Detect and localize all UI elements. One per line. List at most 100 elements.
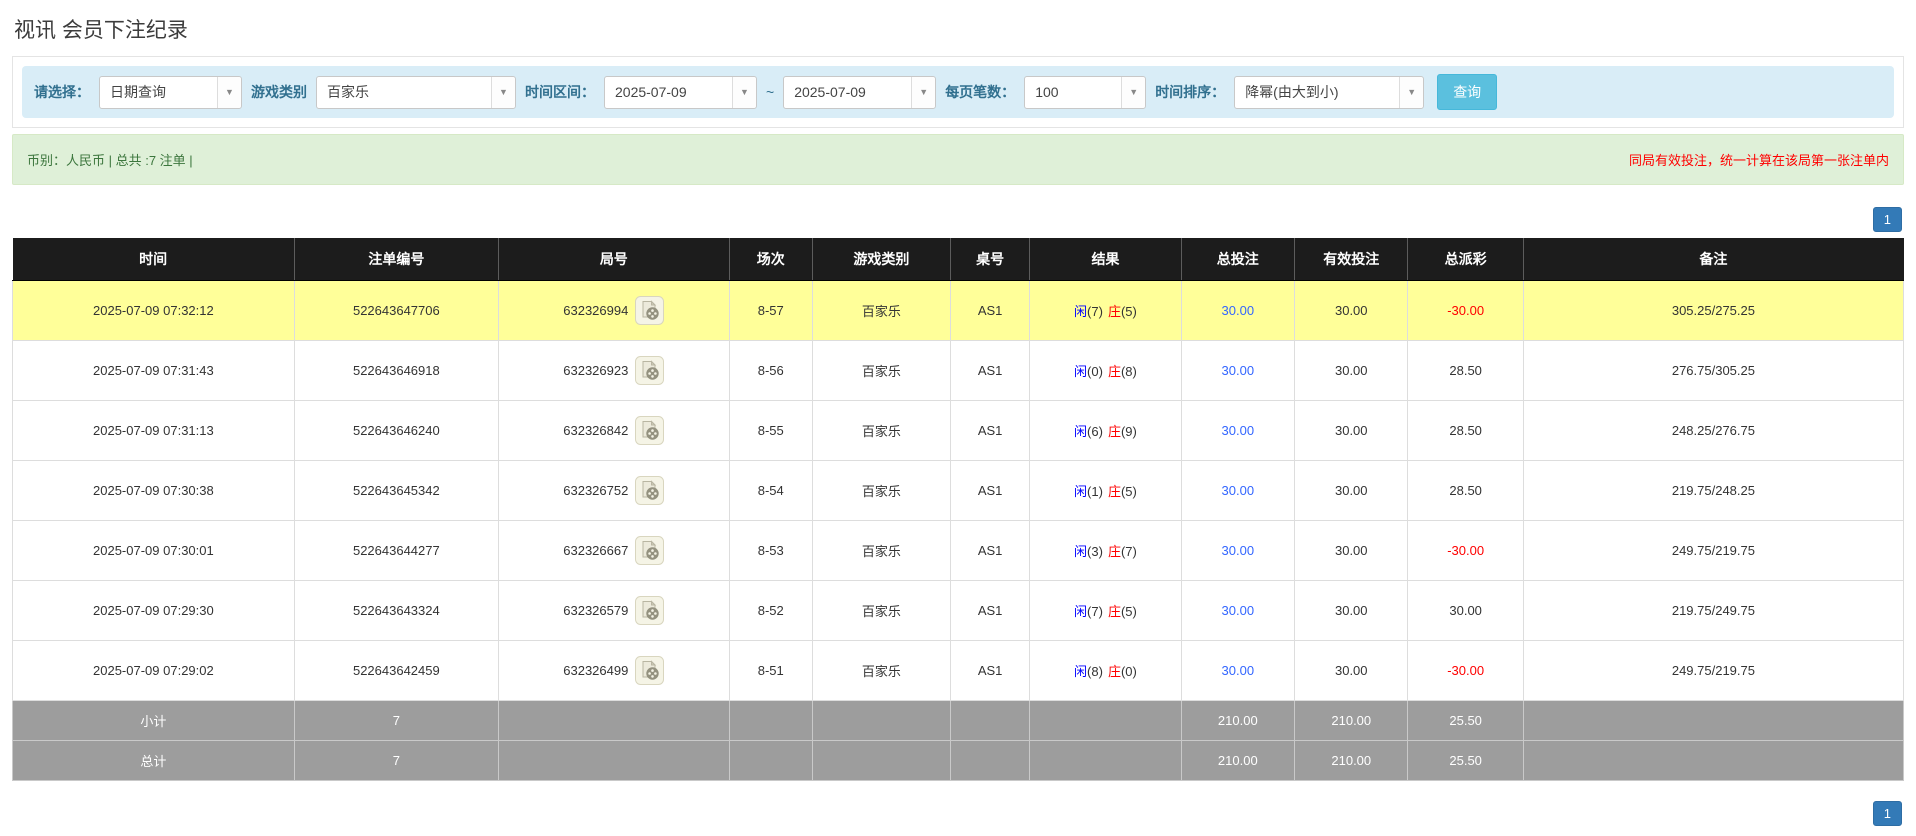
round-number: 632326842: [563, 423, 629, 438]
cell-result: 闲(7) 庄(5): [1029, 580, 1182, 641]
subtotal-row: 小计 7 210.00 210.00 25.50: [12, 700, 1905, 741]
cell-payout: 28.50: [1407, 400, 1524, 461]
video-replay-icon[interactable]: [635, 296, 665, 325]
cell-round-id: 632326499: [497, 640, 730, 701]
date-range-tilde: ~: [766, 84, 775, 100]
pagination-top: 1: [14, 207, 1902, 232]
table-row[interactable]: 2025-07-09 07:29:30 522643643324 632326579…: [12, 580, 1905, 641]
cell-table-no: AS1: [949, 460, 1031, 521]
sum-payout: 25.50: [1407, 700, 1524, 741]
cell-table-no: AS1: [949, 520, 1031, 581]
cell-payout: -30.00: [1407, 280, 1524, 341]
cell-result: 闲(7) 庄(5): [1029, 280, 1182, 341]
page-size-select[interactable]: 100 ▼: [1024, 75, 1147, 109]
table-row[interactable]: 2025-07-09 07:31:13 522643646240 632326842…: [12, 400, 1905, 461]
chevron-down-icon: ▼: [1399, 76, 1424, 108]
cell-payout: 30.00: [1407, 580, 1524, 641]
betting-records-table: 时间 注单编号 局号 场次 游戏类别 桌号 结果 总投注 有效投注 总派彩 备注 2025-07-0…: [12, 238, 1905, 781]
column-header: 局号: [498, 238, 730, 281]
cell-bet-id: 522643643324: [293, 580, 499, 641]
sum-count: 7: [293, 700, 499, 741]
table-row[interactable]: 2025-07-09 07:30:38 522643645342 632326752…: [12, 460, 1905, 521]
table-row[interactable]: 2025-07-09 07:30:01 522643644277 632326667…: [12, 520, 1905, 581]
page-title: 视讯 会员下注纪录: [14, 19, 188, 42]
cell-payout: -30.00: [1407, 520, 1524, 581]
cell-table-no: AS1: [949, 340, 1031, 401]
select-type-label: 请选择：: [34, 84, 90, 100]
round-number: 632326667: [563, 543, 629, 558]
cell-game-type: 百家乐: [811, 640, 951, 701]
cell-game-type: 百家乐: [811, 520, 951, 581]
cell-game-type: 百家乐: [811, 580, 951, 641]
cell-round-id: 632326842: [497, 400, 730, 461]
column-header: 注单编号: [294, 238, 499, 281]
date-to-value: 2025-07-09: [794, 84, 866, 100]
cell-total-bet[interactable]: 30.00: [1180, 460, 1296, 521]
cell-total-bet[interactable]: 30.00: [1180, 520, 1296, 581]
search-button[interactable]: 查询: [1437, 74, 1498, 110]
video-replay-icon[interactable]: [635, 656, 665, 685]
cell-bet-id: 522643645342: [293, 460, 499, 521]
table-row[interactable]: 2025-07-09 07:29:02 522643642459 632326499…: [12, 640, 1905, 701]
video-replay-icon[interactable]: [635, 476, 665, 505]
table-row[interactable]: 2025-07-09 07:32:12 522643647706 632326994…: [12, 280, 1905, 341]
cell-remark: 305.25/275.25: [1522, 280, 1905, 341]
cell-bet-id: 522643646240: [293, 400, 499, 461]
date-from-value: 2025-07-09: [615, 84, 687, 100]
filter-panel: 请选择： 日期查询 ▼ 游戏类别 百家乐 ▼ 时间区间： 2025-07-09 …: [12, 56, 1904, 128]
cell-result: 闲(1) 庄(5): [1029, 460, 1182, 521]
cell-total-bet[interactable]: 30.00: [1180, 280, 1296, 341]
sum-label: 总计: [12, 740, 295, 781]
cell-valid-bet: 30.00: [1294, 580, 1409, 641]
cell-total-bet[interactable]: 30.00: [1180, 340, 1296, 401]
game-type-value: 百家乐: [327, 84, 369, 100]
page-1-button[interactable]: 1: [1872, 207, 1902, 232]
cell-time: 2025-07-09 07:32:12: [12, 280, 295, 341]
cell-payout: 28.50: [1407, 460, 1524, 521]
column-header: 总投注: [1181, 238, 1296, 281]
video-replay-icon[interactable]: [635, 356, 665, 385]
cell-valid-bet: 30.00: [1294, 460, 1409, 521]
cell-valid-bet: 30.00: [1294, 400, 1409, 461]
cell-bet-id: 522643646918: [293, 340, 499, 401]
video-replay-icon[interactable]: [635, 536, 665, 565]
page-1-button[interactable]: 1: [1872, 801, 1902, 826]
cell-total-bet[interactable]: 30.00: [1180, 580, 1296, 641]
column-header: 备注: [1523, 238, 1905, 281]
total-row: 总计 7 210.00 210.00 25.50: [12, 740, 1905, 781]
cell-total-bet[interactable]: 30.00: [1180, 640, 1296, 701]
cell-total-bet[interactable]: 30.00: [1180, 400, 1296, 461]
chevron-down-icon: ▼: [1121, 76, 1146, 108]
cell-time: 2025-07-09 07:30:38: [12, 460, 295, 521]
column-header: 结果: [1029, 238, 1182, 281]
date-to-select[interactable]: 2025-07-09 ▼: [783, 75, 937, 109]
query-type-value: 日期查询: [110, 84, 166, 100]
page-size-value: 100: [1035, 84, 1059, 100]
date-from-select[interactable]: 2025-07-09 ▼: [604, 75, 757, 109]
cell-table-no: AS1: [949, 580, 1031, 641]
cell-time: 2025-07-09 07:29:30: [12, 580, 295, 641]
video-replay-icon[interactable]: [635, 596, 665, 625]
records-tbody: 2025-07-09 07:32:12 522643647706 632326994…: [12, 280, 1905, 781]
round-number: 632326579: [563, 603, 629, 618]
game-type-label: 游戏类别: [251, 84, 307, 100]
cell-round-id: 632326752: [497, 460, 730, 521]
page-size-label: 每页笔数：: [945, 84, 1016, 100]
table-row[interactable]: 2025-07-09 07:31:43 522643646918 632326923…: [12, 340, 1905, 401]
cell-time: 2025-07-09 07:31:43: [12, 340, 295, 401]
cell-time: 2025-07-09 07:29:02: [12, 640, 295, 701]
cell-game-type: 百家乐: [811, 400, 951, 461]
cell-remark: 249.75/219.75: [1522, 640, 1905, 701]
cell-valid-bet: 30.00: [1294, 520, 1409, 581]
query-type-select[interactable]: 日期查询 ▼: [99, 75, 242, 109]
cell-payout: -30.00: [1407, 640, 1524, 701]
cell-remark: 219.75/249.75: [1522, 580, 1905, 641]
video-replay-icon[interactable]: [635, 416, 665, 445]
cell-valid-bet: 30.00: [1294, 280, 1409, 341]
cell-session: 8-55: [728, 400, 813, 461]
game-type-select[interactable]: 百家乐 ▼: [316, 75, 516, 109]
sort-order-select[interactable]: 降幂(由大到小) ▼: [1234, 75, 1425, 109]
cell-table-no: AS1: [949, 640, 1031, 701]
cell-result: 闲(8) 庄(0): [1029, 640, 1182, 701]
cell-bet-id: 522643642459: [293, 640, 499, 701]
